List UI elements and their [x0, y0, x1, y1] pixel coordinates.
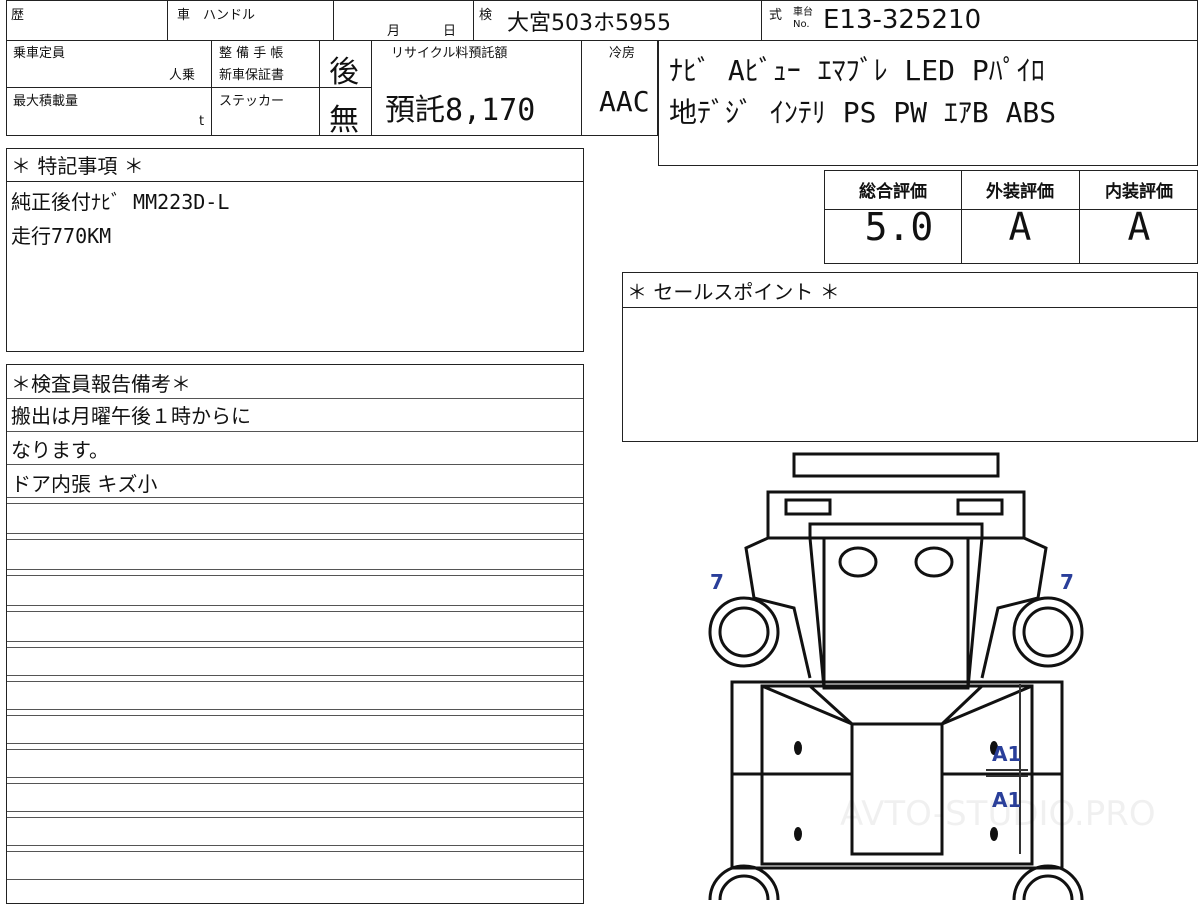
inspector-notes-line-1: 搬出は月曜午後１時からに: [11, 404, 251, 428]
ac-label: 冷房: [609, 46, 636, 61]
sales-point-box: ＊ セールスポイント ＊: [622, 272, 1198, 442]
inspection-label: 検: [479, 8, 493, 23]
inspector-notes-line-3: ドア内張 キズ小: [11, 472, 158, 496]
recycle-value: 預託8,170: [385, 93, 536, 128]
inspector-notes-line-2: なります。: [11, 438, 109, 462]
special-notes-box: ＊ 特記事項 ＊ 純正後付ﾅﾋﾞ MM223D-L 走行770KM: [6, 148, 584, 352]
maintenance-value: 後: [329, 55, 359, 90]
model-label: 式: [769, 8, 783, 23]
equipment-line-1: ﾅﾋﾞ Aﾋﾞｭｰ ｴﾏﾌﾞﾚ LED Pﾊﾟｲﾛ: [669, 54, 1045, 87]
max-load-label: 最大積載量: [13, 94, 79, 109]
car-label: 車: [177, 8, 191, 23]
interior-rating-value: A: [1127, 205, 1151, 249]
special-notes-line-2: 走行770KM: [11, 224, 112, 248]
sticker-label: ステッカー: [219, 94, 285, 109]
front-door-damage-mark: A1: [992, 742, 1022, 766]
license-plate: 大宮503ホ5955: [507, 11, 671, 36]
recycle-label: リサイクル料預託額: [391, 46, 508, 61]
special-notes-title: ＊ 特記事項 ＊: [11, 154, 144, 178]
sales-point-title: ＊ セールスポイント ＊: [627, 280, 840, 304]
sticker-value: 無: [329, 103, 359, 138]
ratings-box: 総合評価 外装評価 内装評価 5.0 A A: [824, 170, 1198, 264]
inspector-notes-box: ＊検査員報告備考＊ 搬出は月曜午後１時からに なります。 ドア内張 キズ小: [6, 364, 584, 904]
chassis-label-no: No.: [793, 19, 810, 30]
history-label: 歴: [11, 8, 25, 23]
watermark: AVTO-STUDIO.PRO: [840, 794, 1156, 834]
tire-front-left-mark: 7: [710, 570, 724, 594]
chassis-label-top: 車台: [793, 7, 813, 18]
tire-front-right-mark: 7: [1060, 570, 1074, 594]
exterior-rating-label: 外装評価: [986, 182, 1054, 202]
header-row: 歴 車 ハンドル 月 日 検 大宮503ホ5955 式 車台 No. E13-3…: [6, 0, 1198, 42]
car-condition-diagram: 7 7 A1 A1 AVTO-STUDIO.PRO: [690, 448, 1156, 900]
equipment-box: ﾅﾋﾞ Aﾋﾞｭｰ ｴﾏﾌﾞﾚ LED Pﾊﾟｲﾛ 地ﾃﾞｼﾞ ｲﾝﾃﾘ PS …: [658, 40, 1198, 166]
special-notes-line-1: 純正後付ﾅﾋﾞ MM223D-L: [11, 190, 230, 214]
inspector-notes-title: ＊検査員報告備考＊: [11, 372, 191, 396]
capacity-unit: 人乗: [169, 68, 196, 83]
chassis-number: E13-325210: [823, 5, 982, 35]
overall-rating-value: 5.0: [864, 205, 934, 249]
exterior-rating-value: A: [1008, 205, 1032, 249]
maintenance-label: 整 備 手 帳: [219, 46, 284, 61]
warranty-label: 新車保証書: [219, 68, 285, 83]
max-load-unit: t: [199, 114, 205, 129]
handle-label: ハンドル: [203, 8, 256, 23]
day-label: 日: [443, 24, 457, 39]
info-row: 乗車定員 人乗 整 備 手 帳 新車保証書 後 最大積載量 t ステッカー 無 …: [6, 40, 658, 138]
capacity-label: 乗車定員: [13, 46, 66, 61]
overall-rating-label: 総合評価: [859, 182, 927, 202]
month-label: 月: [387, 24, 401, 39]
interior-rating-label: 内装評価: [1105, 182, 1173, 202]
ac-value: AAC: [599, 85, 650, 118]
equipment-line-2: 地ﾃﾞｼﾞ ｲﾝﾃﾘ PS PW ｴｱB ABS: [669, 96, 1057, 129]
